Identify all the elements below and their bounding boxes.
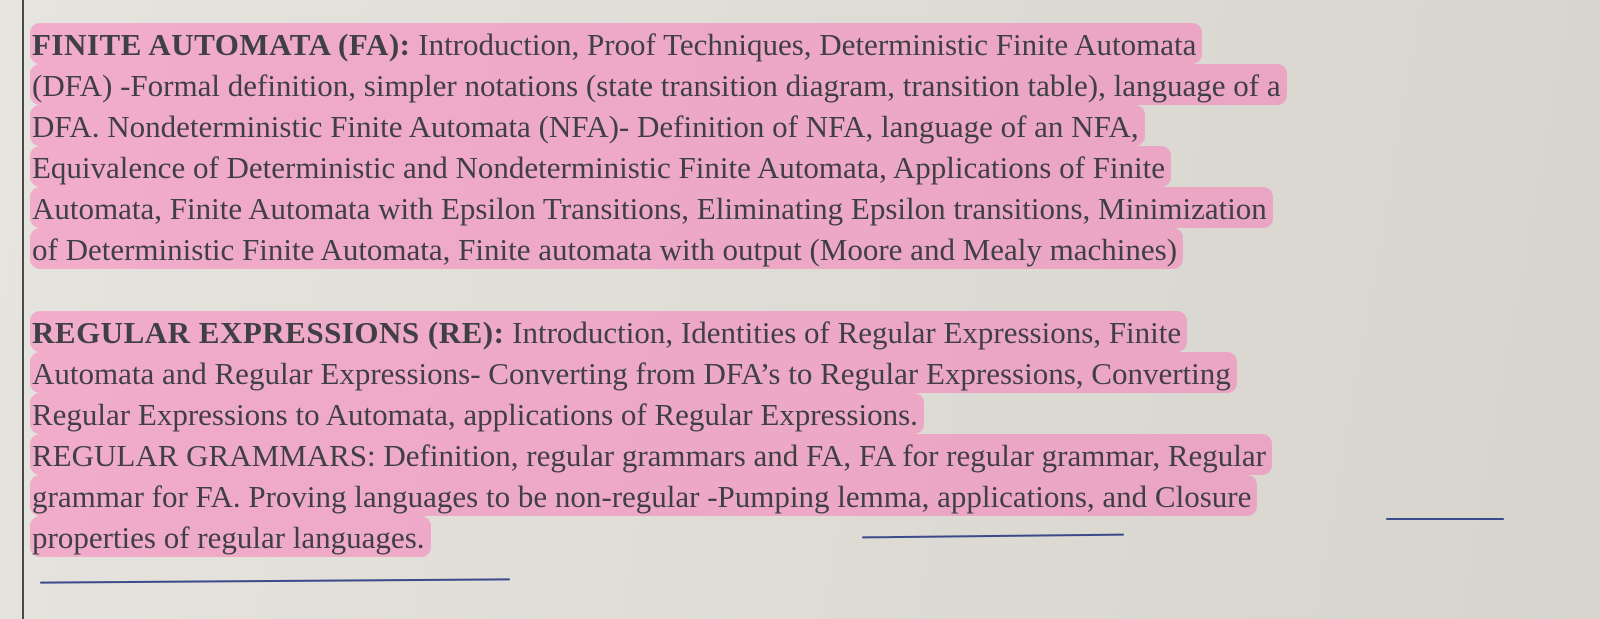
syllabus-page: FINITE AUTOMATA (FA): Introduction, Proo… <box>0 0 1600 619</box>
section-heading: FINITE AUTOMATA (FA): <box>32 27 411 62</box>
text-line: (DFA) -Formal definition, simpler notati… <box>32 65 1552 106</box>
pen-underline <box>1386 518 1504 520</box>
highlight: Automata, Finite Automata with Epsilon T… <box>32 191 1271 228</box>
section-regular-expressions: REGULAR EXPRESSIONS (RE): Introduction, … <box>32 312 1552 558</box>
highlight: Automata and Regular Expressions- Conver… <box>32 356 1235 393</box>
highlight: DFA. Nondeterministic Finite Automata (N… <box>32 109 1143 146</box>
text-line: REGULAR EXPRESSIONS (RE): Introduction, … <box>32 312 1552 353</box>
highlight: FINITE AUTOMATA (FA): Introduction, Proo… <box>32 27 1201 64</box>
pen-underline <box>39 578 511 584</box>
section-finite-automata: FINITE AUTOMATA (FA): Introduction, Proo… <box>32 24 1552 270</box>
text-line: of Deterministic Finite Automata, Finite… <box>32 229 1552 270</box>
text-line: DFA. Nondeterministic Finite Automata (N… <box>32 106 1552 147</box>
highlight: (DFA) -Formal definition, simpler notati… <box>32 68 1285 105</box>
highlight: Equivalence of Deterministic and Nondete… <box>32 150 1169 187</box>
highlight: grammar for FA. Proving languages to be … <box>32 479 1256 516</box>
text-line: Automata, Finite Automata with Epsilon T… <box>32 188 1552 229</box>
text-line: grammar for FA. Proving languages to be … <box>32 476 1552 517</box>
margin-line <box>22 0 24 619</box>
text-line: Equivalence of Deterministic and Nondete… <box>32 147 1552 188</box>
text-line: properties of regular languages. <box>32 517 1552 558</box>
highlight: properties of regular languages. <box>32 520 429 557</box>
highlight: of Deterministic Finite Automata, Finite… <box>32 232 1182 269</box>
text-line: Regular Expressions to Automata, applica… <box>32 394 1552 435</box>
line-text: Introduction, Identities of Regular Expr… <box>504 315 1182 350</box>
section-heading: REGULAR EXPRESSIONS (RE): <box>32 315 505 350</box>
text-line: REGULAR GRAMMARS: Definition, regular gr… <box>32 435 1552 476</box>
text-line: FINITE AUTOMATA (FA): Introduction, Proo… <box>32 24 1552 65</box>
highlight: REGULAR EXPRESSIONS (RE): Introduction, … <box>32 315 1186 352</box>
line-text: Introduction, Proof Techniques, Determin… <box>410 27 1197 62</box>
highlight: REGULAR GRAMMARS: Definition, regular gr… <box>32 438 1270 475</box>
text-line: Automata and Regular Expressions- Conver… <box>32 353 1552 394</box>
highlight: Regular Expressions to Automata, applica… <box>32 397 922 434</box>
